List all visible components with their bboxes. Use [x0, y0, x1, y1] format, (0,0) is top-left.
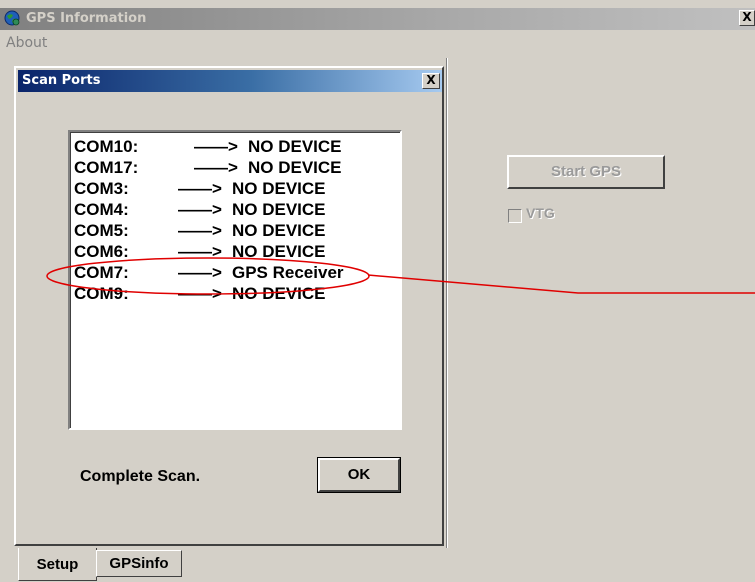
- scan-status-text: Complete Scan.: [80, 468, 201, 485]
- tab-setup[interactable]: Setup: [18, 548, 97, 581]
- ok-button[interactable]: OK: [318, 458, 400, 492]
- dialog-title: Scan Ports: [22, 73, 101, 88]
- arrow-label: ——>: [178, 263, 222, 282]
- list-item[interactable]: COM7: ——> GPS Receiver: [74, 262, 394, 283]
- vtg-checkbox[interactable]: [508, 209, 522, 223]
- port-name: COM9:: [74, 284, 129, 303]
- port-status: NO DEVICE: [232, 284, 326, 303]
- port-status: NO DEVICE: [232, 179, 326, 198]
- port-listbox[interactable]: COM10: ——> NO DEVICE COM17: ——> NO DEVIC…: [68, 130, 402, 430]
- arrow-label: ——>: [178, 200, 222, 219]
- arrow-label: ——>: [178, 179, 222, 198]
- start-gps-button[interactable]: Start GPS: [507, 155, 665, 189]
- list-item[interactable]: COM10: ——> NO DEVICE: [74, 136, 394, 157]
- arrow-label: ——>: [178, 242, 222, 261]
- panel-divider: [446, 58, 448, 548]
- port-status: NO DEVICE: [248, 158, 342, 177]
- list-item[interactable]: COM17: ——> NO DEVICE: [74, 157, 394, 178]
- window-titlebar[interactable]: GPS Information X: [0, 8, 755, 30]
- list-item[interactable]: COM3: ——> NO DEVICE: [74, 178, 394, 199]
- arrow-label: ——>: [178, 221, 222, 240]
- menu-about[interactable]: About: [6, 35, 47, 51]
- port-status: NO DEVICE: [232, 200, 326, 219]
- arrow-label: ——>: [194, 137, 238, 156]
- port-name: COM4:: [74, 200, 129, 219]
- window-title: GPS Information: [26, 11, 147, 26]
- port-status: NO DEVICE: [232, 221, 326, 240]
- arrow-label: ——>: [178, 284, 222, 303]
- port-status: NO DEVICE: [248, 137, 342, 156]
- dialog-titlebar[interactable]: Scan Ports X: [18, 70, 442, 92]
- arrow-label: ——>: [194, 158, 238, 177]
- port-name: COM3:: [74, 179, 129, 198]
- port-name: COM10:: [74, 137, 139, 156]
- tab-strip: Setup GPSinfo: [0, 548, 755, 581]
- scan-ports-dialog: Scan Ports X COM10: ——> NO DEVICE COM17:…: [14, 66, 444, 546]
- dialog-close-button[interactable]: X: [422, 73, 440, 89]
- menu-bar: About: [0, 31, 755, 55]
- tab-gpsinfo[interactable]: GPSinfo: [96, 550, 182, 577]
- list-item[interactable]: COM5: ——> NO DEVICE: [74, 220, 394, 241]
- globe-icon: [4, 10, 20, 26]
- list-item[interactable]: COM4: ——> NO DEVICE: [74, 199, 394, 220]
- port-name: COM5:: [74, 221, 129, 240]
- port-status: NO DEVICE: [232, 242, 326, 261]
- list-item[interactable]: COM9: ——> NO DEVICE: [74, 283, 394, 304]
- window-close-button[interactable]: X: [739, 10, 755, 26]
- port-name: COM6:: [74, 242, 129, 261]
- port-name: COM17:: [74, 158, 139, 177]
- port-name: COM7:: [74, 263, 129, 282]
- vtg-label: VTG: [526, 205, 555, 221]
- list-item[interactable]: COM6: ——> NO DEVICE: [74, 241, 394, 262]
- port-status: GPS Receiver: [232, 263, 344, 282]
